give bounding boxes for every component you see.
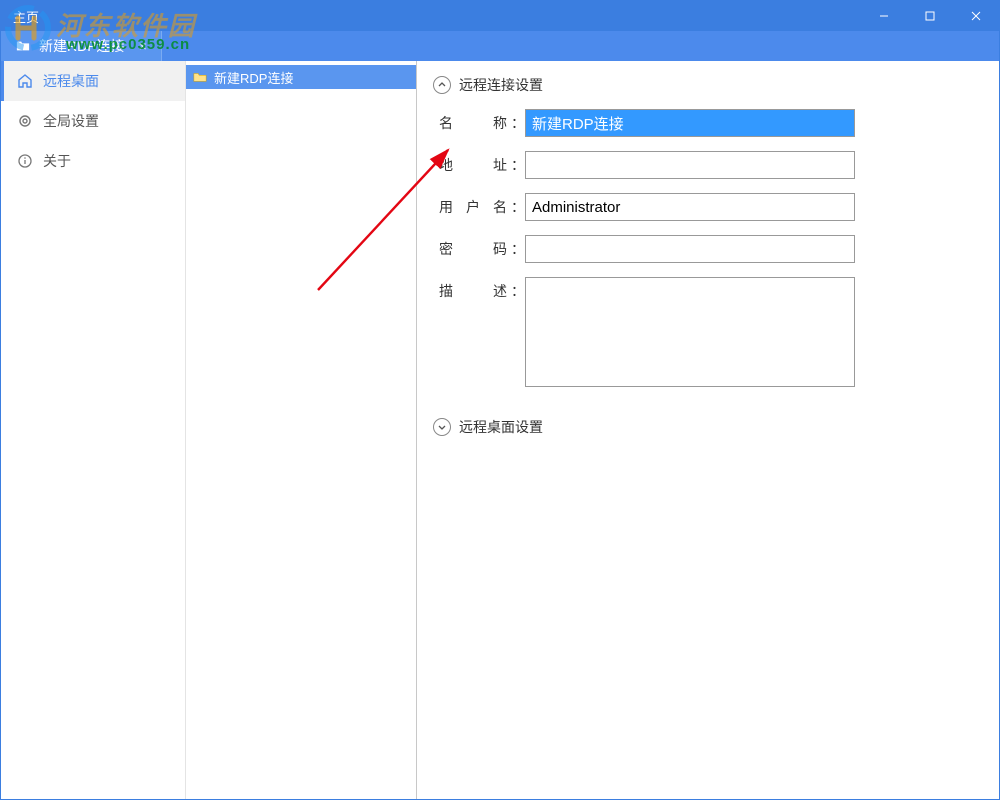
info-icon [17, 153, 33, 169]
label-password: 密 码 [439, 235, 511, 259]
window-controls [861, 1, 999, 31]
section-remote-desktop[interactable]: 远程桌面设置 [433, 417, 979, 437]
window-title: 主页 [13, 7, 861, 26]
password-input[interactable] [525, 235, 855, 263]
tree-item-label: 新建RDP连接 [214, 68, 293, 87]
tabbar: 新建RDP连接 × [1, 31, 999, 61]
username-input[interactable] [525, 193, 855, 221]
maximize-button[interactable] [907, 1, 953, 31]
label-description: 描 述 [439, 277, 511, 301]
gear-icon [17, 113, 33, 129]
chevron-down-icon[interactable] [433, 418, 451, 436]
sidebar-item-global-settings[interactable]: 全局设置 [1, 101, 185, 141]
label-address: 地 址 [439, 151, 511, 175]
sidebar-item-remote-desktop[interactable]: 远程桌面 [1, 61, 185, 101]
settings-panel: 远程连接设置 名 称 ： 地 址 ： 用户名 ： 密 码 ： [417, 61, 999, 799]
description-input[interactable] [525, 277, 855, 387]
home-icon [17, 73, 33, 89]
sidebar-item-about[interactable]: 关于 [1, 141, 185, 181]
chevron-up-icon[interactable] [433, 76, 451, 94]
sidebar-label: 关于 [43, 151, 71, 171]
tree-item-new-rdp[interactable]: 新建RDP连接 [186, 65, 416, 89]
address-input[interactable] [525, 151, 855, 179]
row-password: 密 码 ： [439, 235, 979, 263]
close-button[interactable] [953, 1, 999, 31]
label-username: 用户名 [439, 193, 511, 217]
row-address: 地 址 ： [439, 151, 979, 179]
row-description: 描 述 ： [439, 277, 979, 387]
folder-icon [15, 38, 31, 54]
row-name: 名 称 ： [439, 109, 979, 137]
sidebar: 远程桌面 全局设置 关于 [1, 61, 186, 799]
minimize-button[interactable] [861, 1, 907, 31]
label-name: 名 称 [439, 109, 511, 133]
row-username: 用户名 ： [439, 193, 979, 221]
tab-new-rdp[interactable]: 新建RDP连接 × [1, 31, 162, 61]
tab-label: 新建RDP连接 [39, 36, 125, 56]
section-title: 远程桌面设置 [459, 417, 543, 437]
sidebar-label: 全局设置 [43, 111, 99, 131]
section-title: 远程连接设置 [459, 75, 543, 95]
tab-close-icon[interactable]: × [133, 38, 147, 54]
connection-tree: 新建RDP连接 [186, 61, 416, 799]
section-remote-connection[interactable]: 远程连接设置 [433, 75, 979, 95]
sidebar-label: 远程桌面 [43, 71, 99, 91]
titlebar: 主页 [1, 1, 999, 31]
folder-icon [192, 69, 208, 85]
name-input[interactable] [525, 109, 855, 137]
